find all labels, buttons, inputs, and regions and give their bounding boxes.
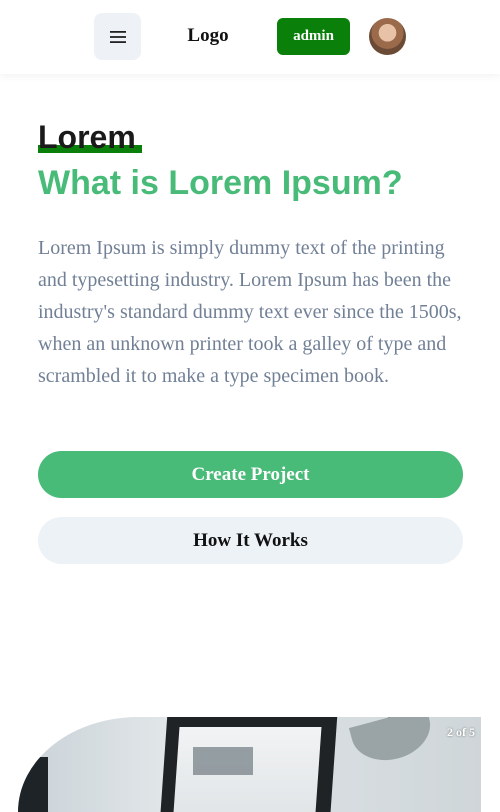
carousel-image-lamp [348, 717, 438, 769]
menu-button[interactable] [94, 13, 141, 60]
how-it-works-button[interactable]: How It Works [38, 517, 463, 564]
carousel-image-screen-content [193, 747, 253, 775]
carousel-image-shadow [18, 757, 48, 812]
avatar[interactable] [369, 18, 406, 55]
hero-kicker-text: Lorem [38, 119, 136, 155]
top-header: Logo admin [0, 0, 500, 74]
image-carousel[interactable]: 2 of 5 [18, 717, 481, 812]
hamburger-icon [109, 30, 126, 43]
create-project-button[interactable]: Create Project [38, 451, 463, 498]
hero-headline: What is Lorem Ipsum? [38, 164, 403, 202]
logo[interactable]: Logo [172, 22, 244, 50]
hero-kicker: Lorem [38, 118, 136, 156]
admin-button[interactable]: admin [277, 18, 350, 55]
carousel-counter: 2 of 5 [447, 725, 475, 739]
hero-body: Lorem Ipsum is simply dummy text of the … [38, 237, 462, 387]
